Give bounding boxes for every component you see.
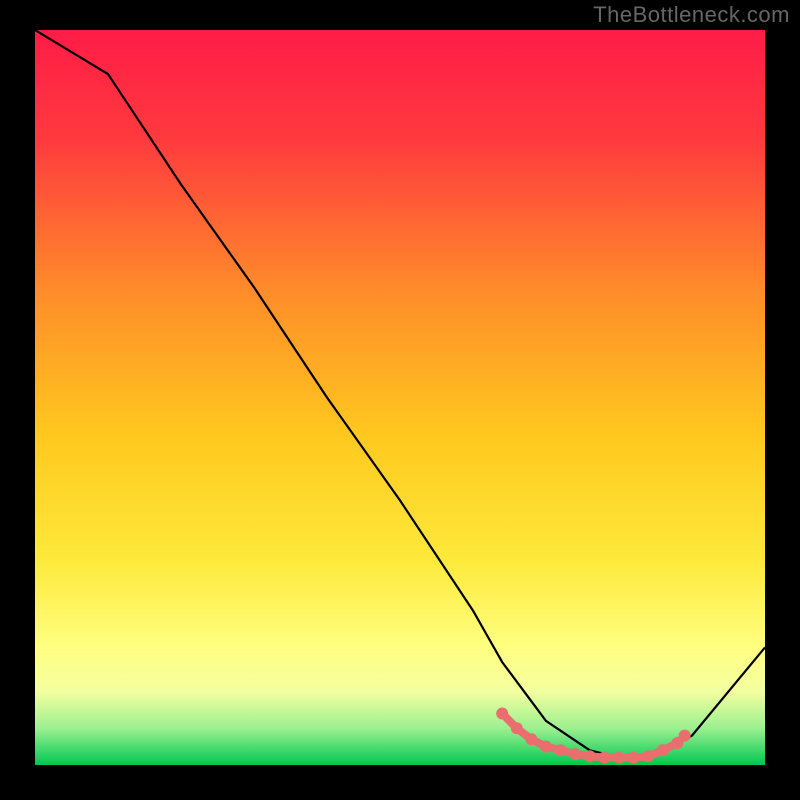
chart-svg [35,30,765,765]
valley-marker-dot [540,741,552,753]
chart-frame: TheBottleneck.com [0,0,800,800]
valley-marker-dot [613,752,625,764]
watermark-label: TheBottleneck.com [593,2,790,28]
valley-marker-dot [628,752,640,764]
valley-marker-dot [598,752,610,764]
plot-area [35,30,765,765]
valley-marker-dot [555,744,567,756]
valley-marker-dot [525,733,537,745]
valley-marker-dot [511,722,523,734]
valley-marker-dot [496,708,508,720]
valley-marker-dot [642,750,654,762]
gradient-background [35,30,765,765]
valley-marker-dot [679,730,691,742]
valley-marker-dot [657,744,669,756]
valley-marker-dot [584,750,596,762]
valley-marker-dot [569,748,581,760]
